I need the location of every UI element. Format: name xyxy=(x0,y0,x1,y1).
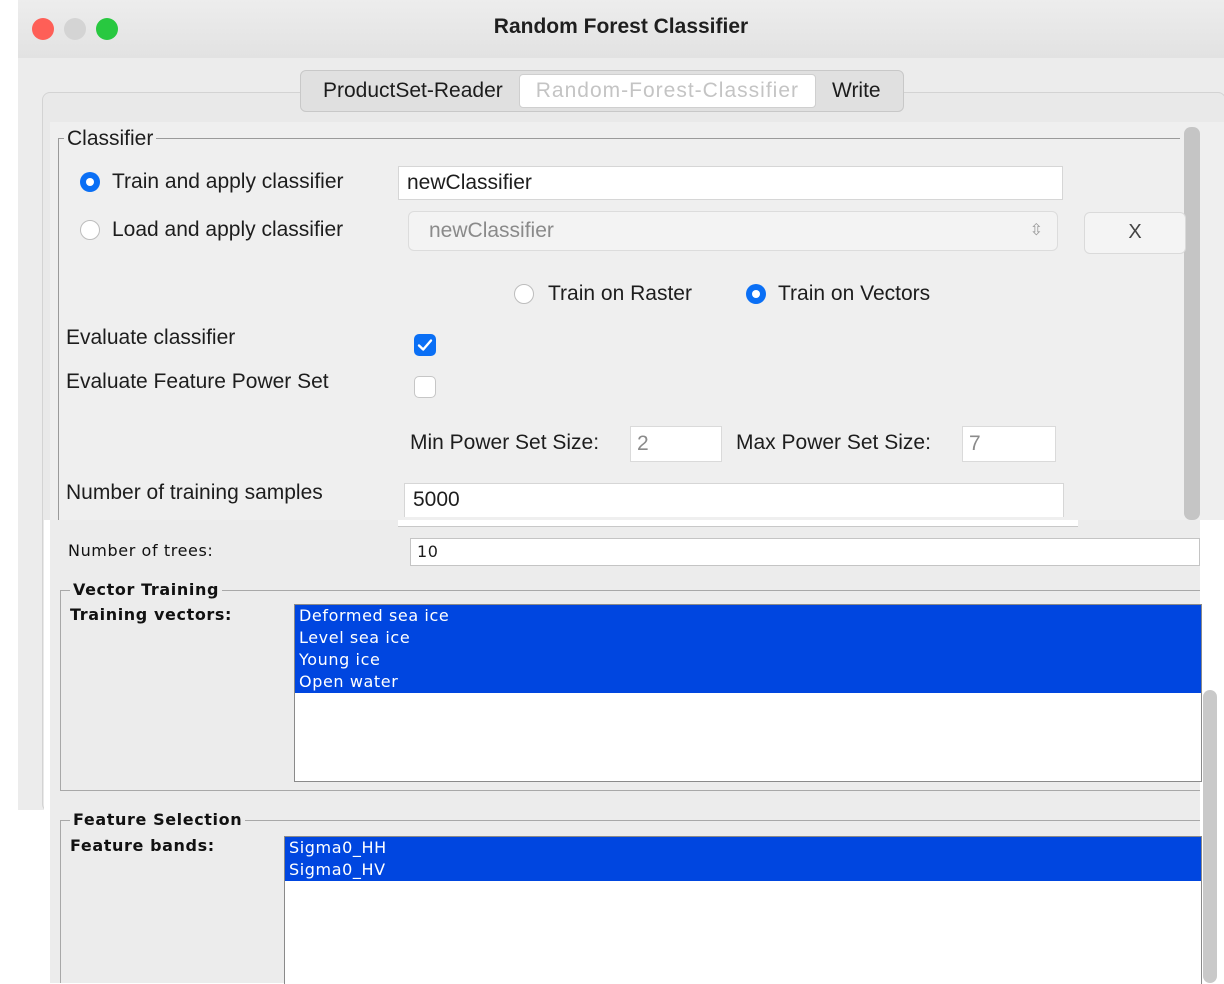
tab-write[interactable]: Write xyxy=(816,75,897,107)
classifier-name-input[interactable]: newClassifier xyxy=(398,166,1063,200)
tab-productset-reader[interactable]: ProductSet-Reader xyxy=(307,75,519,107)
window-title: Random Forest Classifier xyxy=(493,15,749,38)
list-item[interactable]: Level sea ice xyxy=(295,627,1201,649)
train-on-vectors-radio[interactable] xyxy=(746,284,766,304)
training-vectors-list[interactable]: Deformed sea ice Level sea ice Young ice… xyxy=(294,604,1202,782)
evaluate-classifier-label: Evaluate classifier xyxy=(66,326,236,349)
classifier-frame-left xyxy=(58,138,59,520)
max-power-set-label: Max Power Set Size: xyxy=(736,431,931,454)
load-classifier-select-value: newClassifier xyxy=(429,219,554,242)
list-item[interactable]: Open water xyxy=(295,671,1201,693)
train-apply-radio[interactable] xyxy=(80,172,100,192)
num-samples-label: Number of training samples xyxy=(66,481,323,504)
tab-bar: ProductSet-Reader Random-Forest-Classifi… xyxy=(300,70,904,112)
classifier-section-title: Classifier xyxy=(64,127,157,151)
evaluate-classifier-checkbox[interactable] xyxy=(414,334,436,356)
num-trees-label: Number of trees: xyxy=(68,541,214,560)
vector-training-title: Vector Training xyxy=(70,580,222,599)
train-on-raster-radio[interactable] xyxy=(514,284,534,304)
samples-field-edge xyxy=(398,520,1078,527)
min-power-set-input[interactable]: 2 xyxy=(630,426,722,462)
evaluate-power-set-label: Evaluate Feature Power Set xyxy=(66,370,329,393)
max-power-set-input[interactable]: 7 xyxy=(962,426,1056,462)
feature-selection-title: Feature Selection xyxy=(70,810,246,829)
remove-classifier-button[interactable]: X xyxy=(1084,212,1186,254)
checkmark-icon xyxy=(417,339,433,351)
feature-bands-list[interactable]: Sigma0_HH Sigma0_HV xyxy=(284,836,1202,984)
classifier-frame-top xyxy=(58,138,1180,139)
vector-frame-left xyxy=(60,590,61,790)
list-item[interactable]: Sigma0_HV xyxy=(285,859,1201,881)
lower-scrollbar-thumb[interactable] xyxy=(1203,690,1217,983)
vertical-scrollbar-thumb[interactable] xyxy=(1184,127,1200,520)
train-on-vectors-label: Train on Vectors xyxy=(778,282,931,305)
title-bar: Random Forest Classifier xyxy=(18,0,1224,59)
train-on-raster-label: Train on Raster xyxy=(548,282,692,305)
load-apply-radio[interactable] xyxy=(80,220,100,240)
vector-frame-top xyxy=(60,590,1200,591)
num-samples-input[interactable]: 5000 xyxy=(404,483,1064,517)
evaluate-power-set-checkbox[interactable] xyxy=(414,376,436,398)
list-item[interactable]: Sigma0_HH xyxy=(285,837,1201,859)
feature-frame-left xyxy=(60,820,61,983)
feature-bands-label: Feature bands: xyxy=(70,836,215,855)
vector-frame-bottom xyxy=(60,790,1200,791)
load-apply-label: Load and apply classifier xyxy=(112,218,344,241)
training-vectors-label: Training vectors: xyxy=(70,605,233,624)
train-apply-label: Train and apply classifier xyxy=(112,170,344,193)
list-item[interactable]: Young ice xyxy=(295,649,1201,671)
select-arrows-icon: ⇳ xyxy=(1029,222,1043,239)
tab-random-forest-classifier[interactable]: Random-Forest-Classifier xyxy=(518,74,816,108)
min-power-set-label: Min Power Set Size: xyxy=(410,431,600,454)
load-classifier-select[interactable]: newClassifier ⇳ xyxy=(408,211,1058,251)
list-item[interactable]: Deformed sea ice xyxy=(295,605,1201,627)
num-trees-input[interactable]: 10 xyxy=(410,538,1200,566)
